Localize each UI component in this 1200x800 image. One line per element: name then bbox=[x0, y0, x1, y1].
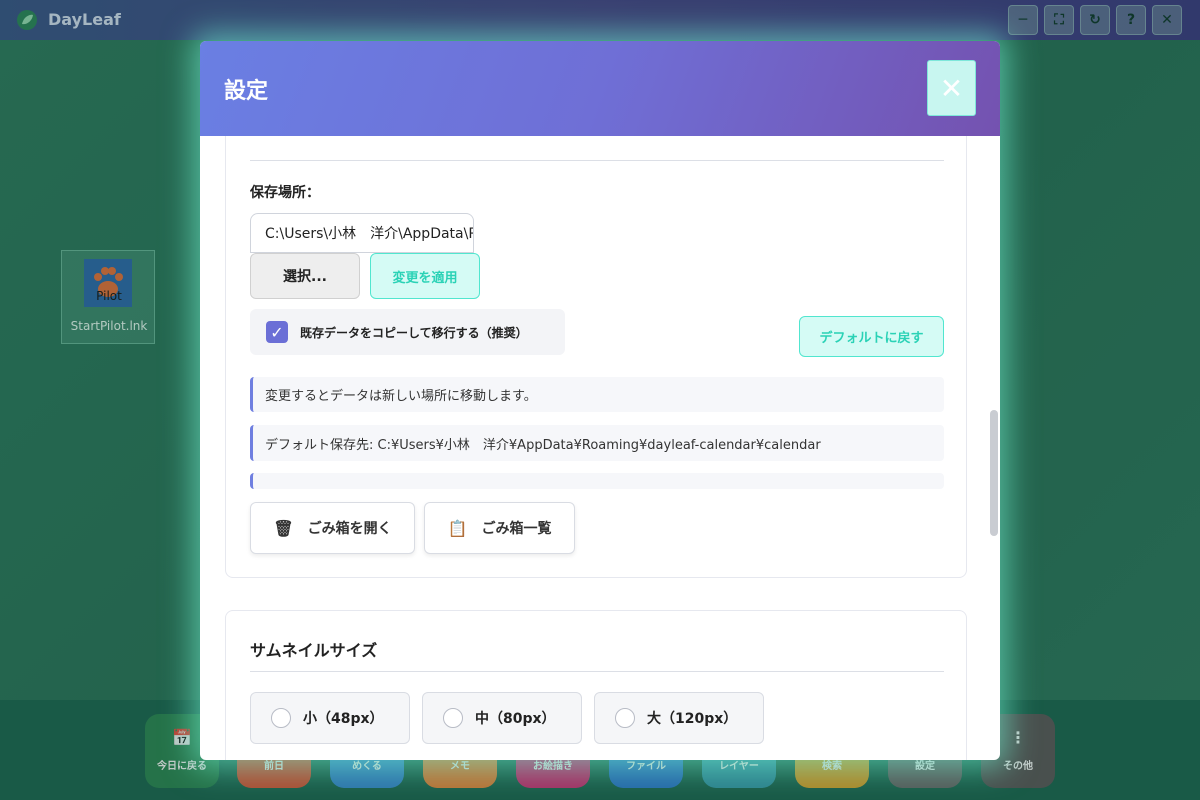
section-divider bbox=[250, 671, 944, 672]
clipboard-icon: 📋 bbox=[447, 518, 468, 538]
info-default-path: デフォルト保存先: C:¥Users¥小林 洋介¥AppData¥Roaming… bbox=[250, 425, 944, 461]
copy-data-label: 既存データをコピーして移行する（推奨） bbox=[300, 325, 528, 340]
modal-title: 設定 bbox=[224, 79, 269, 104]
select-folder-button[interactable]: 選択... bbox=[250, 253, 360, 299]
thumb-size-label: 小（48px） bbox=[303, 711, 384, 727]
thumb-size-small[interactable]: 小（48px） bbox=[250, 692, 410, 744]
storage-location-label: 保存場所： bbox=[250, 185, 320, 201]
modal-header: 設定 ✕ bbox=[200, 41, 1000, 136]
settings-modal: 設定 ✕ 保存場所： C:\Users\小林 洋介\AppData\Roamin… bbox=[200, 41, 1000, 760]
modal-scrollbar[interactable] bbox=[990, 410, 998, 536]
thumbnail-settings-card: サムネイルサイズ 小（48px） 中（80px） 大（120px） bbox=[225, 610, 967, 760]
close-icon: ✕ bbox=[939, 71, 964, 105]
trash-icon: 🗑 bbox=[273, 518, 294, 538]
reset-default-button[interactable]: デフォルトに戻す bbox=[799, 316, 944, 357]
thumb-size-medium[interactable]: 中（80px） bbox=[422, 692, 582, 744]
radio-button[interactable] bbox=[615, 708, 635, 728]
modal-close-button[interactable]: ✕ bbox=[927, 60, 976, 116]
modal-body[interactable]: 保存場所： C:\Users\小林 洋介\AppData\Roaming\day… bbox=[200, 136, 1000, 760]
trash-list-button[interactable]: 📋 ごみ箱一覧 bbox=[424, 502, 575, 554]
trash-list-label: ごみ箱一覧 bbox=[481, 521, 552, 537]
thumb-size-large[interactable]: 大（120px） bbox=[594, 692, 764, 744]
thumb-size-label: 中（80px） bbox=[475, 711, 556, 727]
data-settings-card: 保存場所： C:\Users\小林 洋介\AppData\Roaming\day… bbox=[225, 136, 967, 578]
open-trash-label: ごみ箱を開く bbox=[307, 521, 392, 537]
info-empty-notice bbox=[250, 473, 944, 489]
info-move-notice: 変更するとデータは新しい場所に移動します。 bbox=[250, 377, 944, 412]
thumbnail-section-title: サムネイルサイズ bbox=[250, 641, 378, 660]
open-trash-button[interactable]: 🗑 ごみ箱を開く bbox=[250, 502, 415, 554]
copy-data-option[interactable]: ✓ 既存データをコピーして移行する（推奨） bbox=[250, 309, 565, 355]
apply-change-button[interactable]: 変更を適用 bbox=[370, 253, 480, 299]
radio-button[interactable] bbox=[443, 708, 463, 728]
thumb-size-label: 大（120px） bbox=[647, 711, 738, 727]
copy-data-checkbox[interactable]: ✓ bbox=[266, 321, 288, 343]
radio-button[interactable] bbox=[271, 708, 291, 728]
storage-path-field[interactable]: C:\Users\小林 洋介\AppData\Roaming\dayleaf-c… bbox=[250, 213, 474, 253]
section-divider bbox=[250, 160, 944, 161]
